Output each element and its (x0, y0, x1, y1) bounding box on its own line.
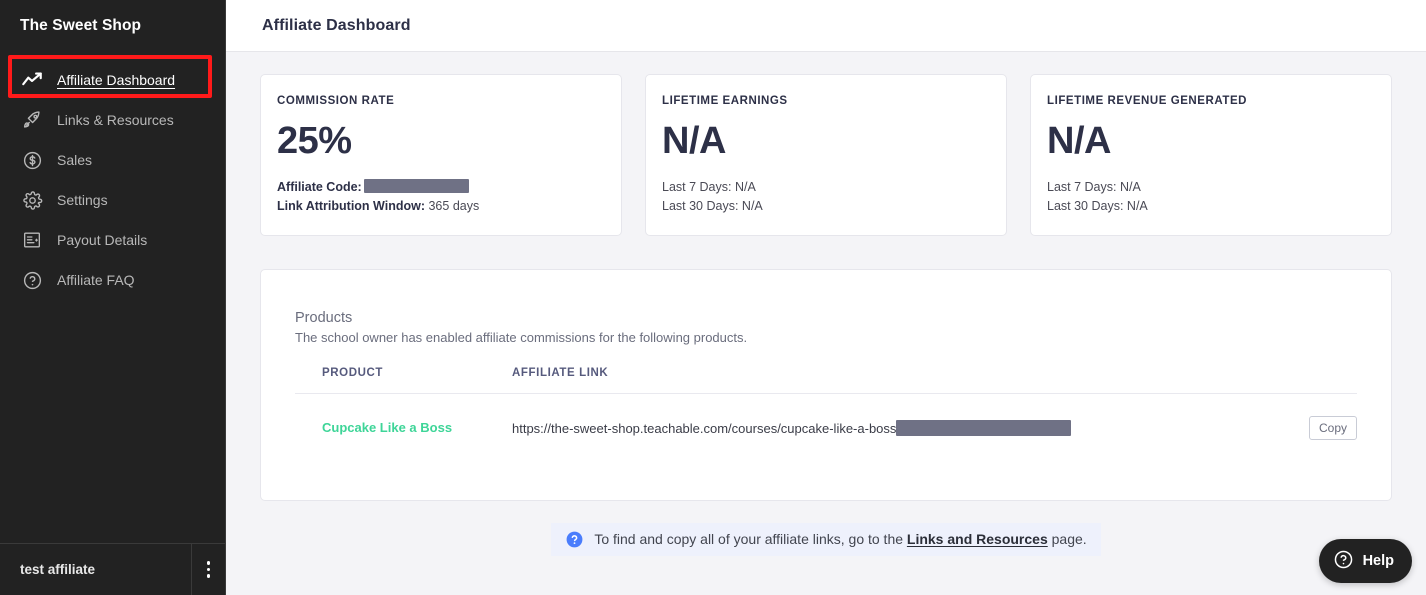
last-30-days-row: Last 30 Days: N/A (1047, 197, 1375, 216)
last-7-days-row: Last 7 Days: N/A (1047, 178, 1375, 197)
gear-icon (20, 188, 44, 212)
app-root: The Sweet Shop Affiliate Dashboard Links… (0, 0, 1426, 595)
attribution-window-value: 365 days (428, 199, 480, 214)
products-table-head: PRODUCT AFFILIATE LINK (295, 366, 1357, 394)
sidebar-nav: Affiliate Dashboard Links & Resources Sa… (0, 52, 225, 543)
sidebar-item-links-resources[interactable]: Links & Resources (0, 100, 225, 140)
stat-sub: Affiliate Code: Link Attribution Window:… (277, 178, 605, 217)
affiliate-link-cell: https://the-sweet-shop.teachable.com/cou… (512, 393, 1267, 440)
brand-title: The Sweet Shop (20, 17, 142, 34)
affiliate-code-redaction (363, 179, 469, 193)
stat-card-lifetime-revenue-generated: LIFETIME REVENUE GENERATED N/A Last 7 Da… (1030, 74, 1392, 236)
stat-label: LIFETIME REVENUE GENERATED (1047, 95, 1248, 107)
products-card: Products The school owner has enabled af… (260, 268, 1392, 501)
sidebar-item-affiliate-dashboard[interactable]: Affiliate Dashboard (0, 60, 225, 100)
links-and-resources-link[interactable]: Links and Resources (907, 531, 1048, 547)
page-title: Affiliate Dashboard (262, 16, 411, 34)
sidebar-item-sales[interactable]: Sales (0, 140, 225, 180)
sidebar-item-label: Links & Resources (57, 112, 174, 128)
stats-row: COMMISSION RATE 25% Affiliate Code: Link… (260, 74, 1392, 236)
copy-button[interactable]: Copy (1308, 415, 1357, 440)
trending-up-icon (20, 68, 44, 92)
question-circle-icon (565, 530, 584, 549)
kebab-dot (206, 561, 211, 565)
attribution-window-label: Link Attribution Window: (277, 199, 425, 214)
question-circle-icon (20, 268, 44, 292)
stat-sub: Last 7 Days: N/A Last 30 Days: N/A (1047, 178, 1375, 217)
note-row: To find and copy all of your affiliate l… (260, 522, 1392, 556)
copy-action-cell: Copy (1267, 393, 1357, 440)
product-name-cell: Cupcake Like a Boss (295, 393, 512, 440)
stat-value: N/A (1047, 120, 1111, 162)
stat-card-lifetime-earnings: LIFETIME EARNINGS N/A Last 7 Days: N/A L… (645, 74, 1007, 236)
stat-value: 25% (277, 120, 352, 162)
affiliate-code-label: Affiliate Code: (277, 180, 362, 194)
kebab-dot (206, 574, 211, 578)
table-header-row: PRODUCT AFFILIATE LINK (295, 366, 1357, 394)
products-table: PRODUCT AFFILIATE LINK Cupcake Like a Bo… (295, 366, 1357, 440)
main-area: Affiliate Dashboard COMMISSION RATE 25% … (226, 0, 1426, 595)
last-30-days-value: N/A (741, 199, 763, 214)
sidebar-item-label: Sales (57, 152, 93, 168)
top-bar: Affiliate Dashboard (226, 0, 1426, 52)
stat-label: LIFETIME EARNINGS (662, 95, 788, 107)
dollar-circle-icon (20, 148, 44, 172)
sidebar-item-label: Affiliate FAQ (57, 272, 135, 288)
sidebar-item-label: Payout Details (57, 232, 148, 248)
receipt-icon (20, 228, 44, 252)
column-header-product: PRODUCT (295, 366, 512, 394)
kebab-menu-icon[interactable] (192, 544, 225, 595)
last-30-days-label: Last 30 Days: (662, 199, 739, 214)
sidebar-item-affiliate-faq[interactable]: Affiliate FAQ (0, 260, 225, 300)
products-table-body: Cupcake Like a Boss https://the-sweet-sh… (295, 393, 1357, 440)
sidebar: The Sweet Shop Affiliate Dashboard Links… (0, 0, 226, 595)
stat-sub: Last 7 Days: N/A Last 30 Days: N/A (662, 178, 990, 217)
last-7-days-value: N/A (1119, 180, 1141, 194)
note-text: To find and copy all of your affiliate l… (594, 531, 1086, 547)
note-text-after: page. (1047, 531, 1087, 548)
attribution-window-row: Link Attribution Window: 365 days (277, 197, 605, 216)
stat-value: N/A (662, 120, 726, 162)
sidebar-footer: test affiliate (0, 543, 225, 595)
kebab-dots (206, 561, 211, 578)
sidebar-item-settings[interactable]: Settings (0, 180, 225, 220)
info-note: To find and copy all of your affiliate l… (551, 522, 1101, 556)
rocket-icon (20, 108, 44, 132)
last-7-days-value: N/A (734, 180, 756, 194)
column-header-action (1267, 366, 1357, 394)
product-link[interactable]: Cupcake Like a Boss (322, 420, 452, 435)
last-7-days-label: Last 7 Days: (662, 180, 732, 194)
question-circle-icon (1333, 549, 1354, 574)
sidebar-item-payout-details[interactable]: Payout Details (0, 220, 225, 260)
last-7-days-row: Last 7 Days: N/A (662, 178, 990, 197)
last-30-days-label: Last 30 Days: (1047, 199, 1124, 214)
note-text-before: To find and copy all of your affiliate l… (594, 531, 907, 548)
products-description: The school owner has enabled affiliate c… (295, 329, 748, 345)
affiliate-link-redaction (896, 419, 1072, 436)
last-7-days-label: Last 7 Days: (1047, 180, 1117, 194)
kebab-dot (206, 567, 211, 572)
last-30-days-row: Last 30 Days: N/A (662, 197, 990, 216)
user-name[interactable]: test affiliate (0, 544, 192, 595)
products-title: Products (295, 309, 353, 326)
sidebar-item-label: Affiliate Dashboard (57, 72, 176, 88)
stat-label: COMMISSION RATE (277, 95, 395, 107)
help-button[interactable]: Help (1318, 539, 1412, 583)
affiliate-link-text: https://the-sweet-shop.teachable.com/cou… (512, 420, 897, 436)
stat-card-commission-rate: COMMISSION RATE 25% Affiliate Code: Link… (260, 74, 622, 236)
help-label: Help (1362, 553, 1394, 569)
last-30-days-value: N/A (1126, 199, 1148, 214)
affiliate-code-row: Affiliate Code: (277, 178, 605, 197)
content-area: COMMISSION RATE 25% Affiliate Code: Link… (226, 52, 1426, 595)
table-row: Cupcake Like a Boss https://the-sweet-sh… (295, 393, 1357, 440)
column-header-affiliate-link: AFFILIATE LINK (512, 366, 1267, 394)
sidebar-item-label: Settings (57, 192, 108, 208)
